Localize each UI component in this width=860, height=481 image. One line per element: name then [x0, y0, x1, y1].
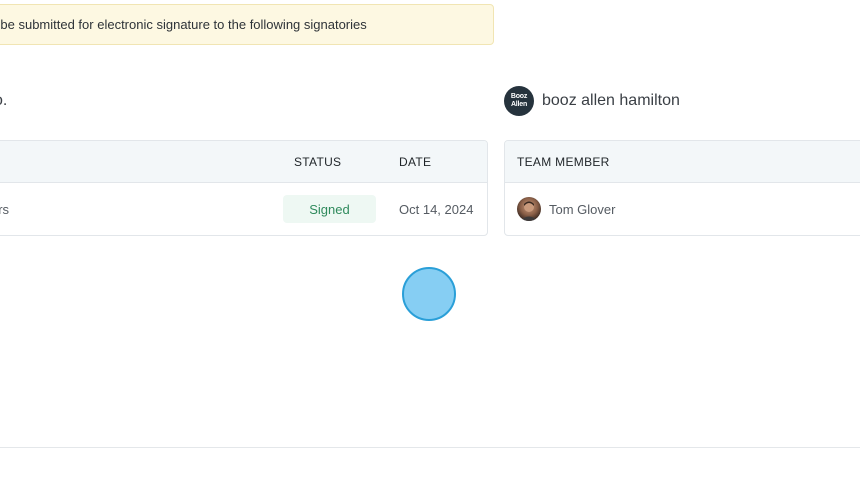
table-row[interactable]: Tom Glover — [505, 183, 860, 235]
signature-notice-text: ll be submitted for electronic signature… — [0, 17, 367, 32]
column-header-date: DATE — [399, 155, 432, 169]
table-header: STATUS DATE — [0, 141, 487, 183]
right-party-name: booz allen hamilton — [542, 92, 680, 109]
avatar — [517, 197, 541, 221]
right-party-header: Booz Allen booz allen hamilton — [504, 86, 680, 116]
signatories-page: ll be submitted for electronic signature… — [0, 0, 860, 481]
left-signatories-table: STATUS DATE ers Signed Oct 14, 2024 — [0, 140, 488, 236]
footer-divider — [0, 447, 860, 448]
signed-date: Oct 14, 2024 — [399, 202, 474, 217]
signature-notice-banner: ll be submitted for electronic signature… — [0, 4, 494, 45]
person-icon — [520, 201, 538, 221]
column-header-status: STATUS — [294, 155, 342, 169]
logo-line-2: Allen — [510, 101, 528, 108]
right-team-members-table: TEAM MEMBER Tom Glover — [504, 140, 860, 236]
status-badge: Signed — [283, 195, 376, 223]
column-header-team-member: TEAM MEMBER — [517, 155, 610, 169]
logo-line-1: Booz — [510, 93, 528, 100]
table-row[interactable]: ers Signed Oct 14, 2024 — [0, 183, 487, 235]
booz-allen-logo-icon: Booz Allen — [504, 86, 534, 116]
team-member-name: Tom Glover — [549, 202, 616, 217]
cursor-indicator — [402, 267, 456, 321]
left-party-name: o. — [0, 92, 8, 109]
signatory-name: ers — [0, 202, 10, 217]
status-badge-label: Signed — [309, 201, 350, 217]
table-header: TEAM MEMBER — [505, 141, 860, 183]
